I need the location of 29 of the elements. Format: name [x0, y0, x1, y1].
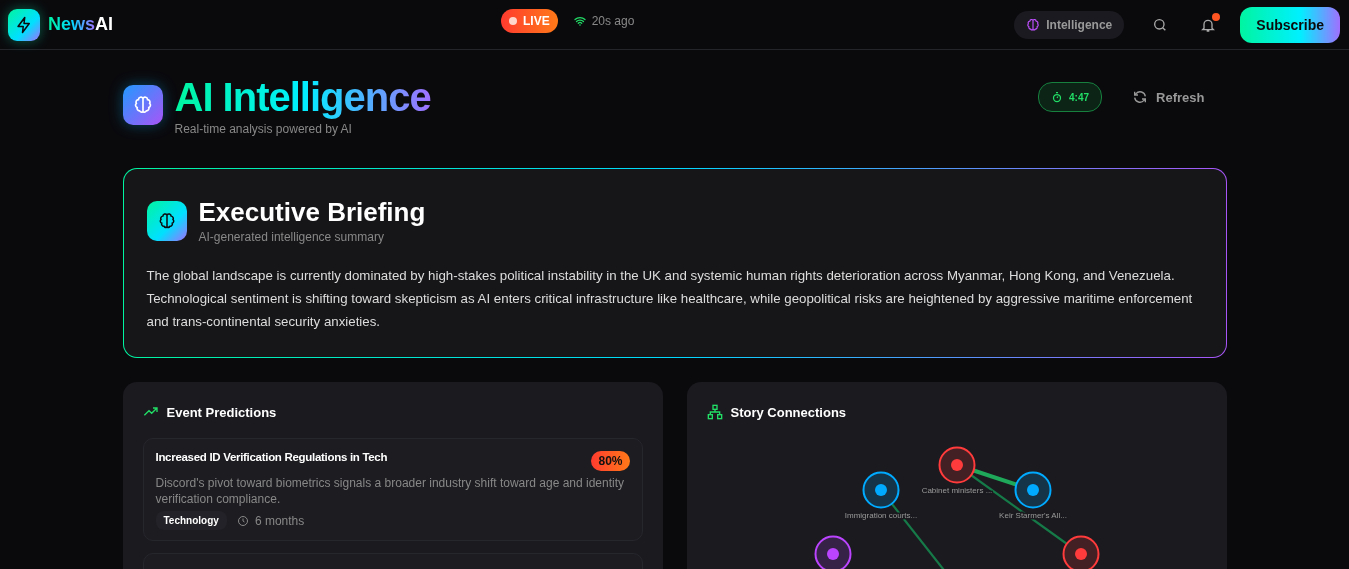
- node-label: Cabinet ministers ...: [921, 486, 992, 495]
- wifi-icon: [573, 15, 586, 27]
- refresh-button[interactable]: Refresh: [1126, 88, 1211, 106]
- timeframe: 6 months: [254, 513, 305, 528]
- probability-badge: 80%: [591, 451, 630, 471]
- subscribe-button[interactable]: Subscribe: [1240, 6, 1340, 43]
- brain-icon: [122, 85, 163, 125]
- brain-icon: [146, 200, 187, 241]
- brain-icon: [1026, 17, 1041, 32]
- story-node[interactable]: [1062, 535, 1099, 569]
- prediction-description: Discord's pivot toward biometrics signals a broader industry shift toward age and identity verification compliance.: [155, 475, 625, 507]
- panel-title: Event Predictions: [166, 404, 277, 420]
- network-icon: [706, 404, 723, 420]
- timer-badge: 4:47: [1038, 82, 1103, 112]
- category-tag: Technology: [155, 511, 227, 530]
- prediction-card[interactable]: Increased ID Verification Regulations in Tech 80% Discord's pivot toward biometrics signals a broader industry shift toward age and identity verification compliance. Technology 6 months: [142, 438, 643, 541]
- update-time: 20s ago: [591, 14, 635, 28]
- clock-icon: [236, 514, 249, 527]
- live-badge: LIVE: [501, 9, 558, 33]
- briefing-title: Executive Briefing: [198, 197, 426, 227]
- prediction-title: Increased ID Verification Regulations in Tech: [155, 451, 388, 463]
- refresh-icon: [1132, 89, 1149, 105]
- intelligence-button[interactable]: Intelligence: [1014, 10, 1125, 39]
- panel-title: Story Connections: [730, 404, 847, 420]
- story-node[interactable]: [814, 535, 851, 569]
- logo-icon[interactable]: [8, 8, 40, 41]
- briefing-subtitle: AI-generated intelligence summary: [198, 230, 385, 244]
- briefing-text: The global landscape is currently dominated by high-stakes political instability in the UK and systemic human rights deterioration across Myanmar, Hong Kong, and Venezuela. Technological sentiment is shifting toward skepticism as AI enters critical infrastructure like healthcare, while geopolitical risks are heightened by aggressive maritime enforcement and trans-continental security anxieties.: [146, 267, 1194, 331]
- page-subtitle: Real-time analysis powered by AI: [174, 122, 353, 136]
